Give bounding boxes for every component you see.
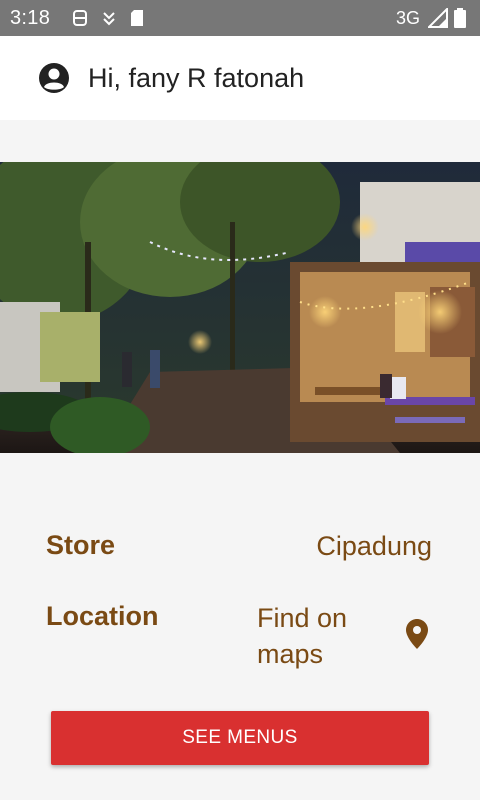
store-photo [0, 162, 480, 453]
notification-icons [72, 9, 144, 27]
greeting-text: Hi, fany R fatonah [88, 62, 305, 93]
header: Hi, fany R fatonah [0, 36, 480, 120]
find-on-maps-link[interactable]: Find on maps [257, 600, 387, 672]
download-icon [103, 12, 115, 26]
store-photo-illustration [0, 162, 480, 453]
system-icons: 3G [396, 8, 466, 29]
see-menus-button[interactable]: SEE MENUS [51, 711, 429, 765]
signal-icon [428, 8, 448, 28]
status-time: 3:18 [10, 6, 51, 29]
store-label: Store [46, 530, 116, 560]
sd-card-icon [131, 10, 144, 26]
android-debug-icon [73, 10, 88, 26]
network-type: 3G [395, 7, 420, 28]
status-bar: 3:18 3G [0, 0, 480, 36]
store-value: Cipadung [316, 531, 432, 561]
account-circle-icon[interactable] [38, 62, 70, 94]
location-label: Location [46, 601, 159, 631]
battery-icon [454, 8, 466, 28]
map-pin-icon[interactable] [404, 618, 430, 650]
